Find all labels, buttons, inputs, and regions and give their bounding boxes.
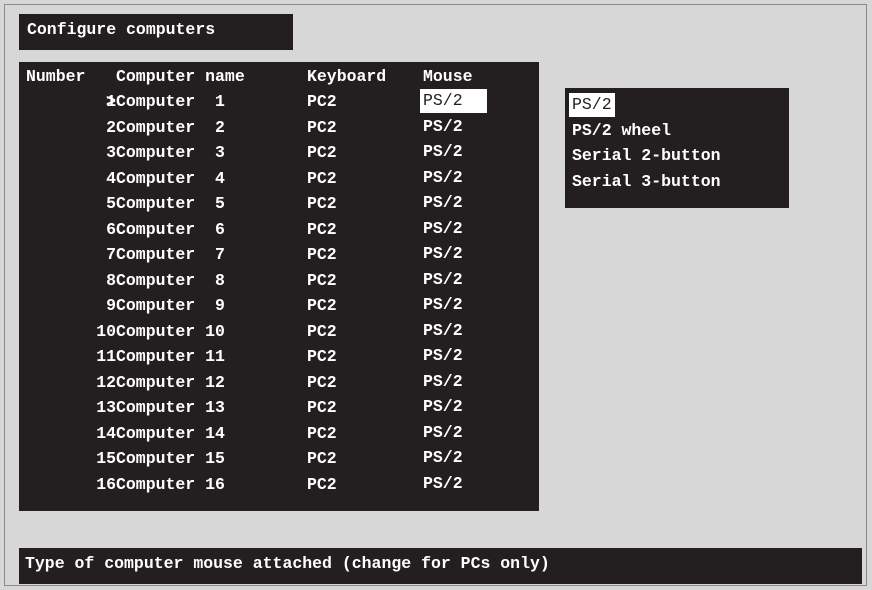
row-number: 8 [106, 270, 116, 290]
row-keyboard: PC2 [307, 398, 337, 417]
row-number: 13 [96, 398, 116, 417]
row-mouse: PS/2 [423, 397, 463, 416]
row-number: 15 [96, 449, 116, 468]
row-computer-name: Computer 4 [116, 168, 225, 188]
row-mouse: PS/2 [423, 244, 463, 263]
row-computer-name: Computer 7 [116, 245, 225, 264]
row-computer-name: Computer 10 [116, 321, 225, 341]
row-keyboard: PC2 [307, 270, 337, 290]
column-header-number: Number [26, 67, 86, 86]
row-keyboard: PC2 [307, 92, 337, 111]
row-mouse: PS/2 [423, 142, 463, 161]
row-computer-name: Computer 8 [116, 270, 225, 290]
mouse-field-selected[interactable]: PS/2 [420, 89, 487, 113]
column-header-mouse: Mouse [423, 67, 473, 86]
row-computer-name: Computer 2 [116, 117, 225, 137]
row-cursor-marker: > [106, 92, 116, 111]
row-computer-name: Computer 6 [116, 219, 225, 239]
table-row[interactable]: 11 Computer 11 PC2 PS/2 [19, 344, 539, 368]
mouse-option[interactable]: Serial 2-button [569, 144, 724, 168]
status-bar: Type of computer mouse attached (change … [19, 548, 862, 584]
row-mouse: PS/2 [423, 193, 463, 212]
table-row[interactable]: 10 Computer 10 PC2 PS/2 [19, 319, 539, 343]
row-keyboard: PC2 [307, 474, 337, 494]
table-row[interactable]: 5 Computer 5 PC2 PS/2 [19, 191, 539, 215]
row-keyboard: PC2 [307, 245, 337, 264]
row-number: 9 [106, 296, 116, 315]
row-computer-name: Computer 12 [116, 372, 225, 392]
mouse-option[interactable]: PS/2 wheel [569, 119, 674, 143]
row-keyboard: PC2 [307, 347, 337, 366]
table-row[interactable]: 13 Computer 13 PC2 PS/2 [19, 395, 539, 419]
row-mouse: PS/2 [423, 269, 463, 289]
row-computer-name: Computer 3 [116, 143, 225, 162]
row-number: 3 [106, 143, 116, 162]
row-keyboard: PC2 [307, 296, 337, 315]
column-header-keyboard: Keyboard [307, 67, 387, 86]
row-number: 11 [96, 347, 116, 366]
row-mouse: PS/2 [423, 218, 463, 238]
table-row[interactable]: 16 Computer 16 PC2 PS/2 [19, 472, 539, 496]
row-computer-name: Computer 11 [116, 347, 225, 366]
row-computer-name: Computer 9 [116, 296, 225, 315]
row-number: 10 [96, 321, 116, 341]
row-number: 2 [106, 117, 116, 137]
row-number: 6 [106, 219, 116, 239]
table-row[interactable]: 15 Computer 15 PC2 PS/2 [19, 446, 539, 470]
row-keyboard: PC2 [307, 423, 337, 443]
row-mouse: PS/2 [423, 371, 463, 391]
row-mouse: PS/2 [423, 346, 463, 365]
row-number: 4 [106, 168, 116, 188]
table-row[interactable]: 8 Computer 8 PC2 PS/2 [19, 268, 539, 292]
row-computer-name: Computer 13 [116, 398, 225, 417]
row-number: 16 [96, 474, 116, 494]
row-computer-name: Computer 14 [116, 423, 225, 443]
row-mouse: PS/2 [423, 473, 463, 493]
row-mouse: PS/2 [423, 422, 463, 442]
table-row[interactable]: 4 Computer 4 PC2 PS/2 [19, 166, 539, 190]
row-keyboard: PC2 [307, 219, 337, 239]
table-row[interactable]: 9 Computer 9 PC2 PS/2 [19, 293, 539, 317]
row-computer-name: Computer 16 [116, 474, 225, 494]
table-row[interactable]: 1 > Computer 1 PC2 PS/2 [19, 89, 539, 113]
row-keyboard: PC2 [307, 143, 337, 162]
mouse-options-list: PS/2 PS/2 wheel Serial 2-button Serial 3-bu… [565, 88, 789, 208]
row-mouse: PS/2 [423, 116, 463, 136]
row-mouse: PS/2 [423, 320, 463, 340]
table-row[interactable]: 3 Computer 3 PC2 PS/2 [19, 140, 539, 164]
row-computer-name: Computer 15 [116, 449, 225, 468]
row-mouse: PS/2 [423, 167, 463, 187]
row-mouse: PS/2 [423, 295, 463, 314]
row-keyboard: PC2 [307, 117, 337, 137]
row-computer-name: Computer 1 [116, 92, 225, 111]
table-row[interactable]: 2 Computer 2 PC2 PS/2 [19, 115, 539, 139]
row-keyboard: PC2 [307, 321, 337, 341]
page-title: Configure computers [19, 14, 293, 50]
table-row[interactable]: 12 Computer 12 PC2 PS/2 [19, 370, 539, 394]
row-number: 7 [106, 245, 116, 264]
mouse-option[interactable]: PS/2 [569, 93, 615, 117]
column-header-name: Computer name [116, 67, 245, 86]
row-mouse: PS/2 [423, 448, 463, 467]
row-number: 5 [106, 194, 116, 213]
row-computer-name: Computer 5 [116, 194, 225, 213]
row-number: 12 [96, 372, 116, 392]
row-keyboard: PC2 [307, 449, 337, 468]
row-keyboard: PC2 [307, 194, 337, 213]
row-keyboard: PC2 [307, 168, 337, 188]
table-row[interactable]: 7 Computer 7 PC2 PS/2 [19, 242, 539, 266]
computers-table: Number Computer name Keyboard Mouse 1 > Co… [19, 62, 539, 511]
table-row[interactable]: 6 Computer 6 PC2 PS/2 [19, 217, 539, 241]
row-keyboard: PC2 [307, 372, 337, 392]
mouse-option[interactable]: Serial 3-button [569, 170, 724, 194]
row-number: 14 [96, 423, 116, 443]
table-row[interactable]: 14 Computer 14 PC2 PS/2 [19, 421, 539, 445]
